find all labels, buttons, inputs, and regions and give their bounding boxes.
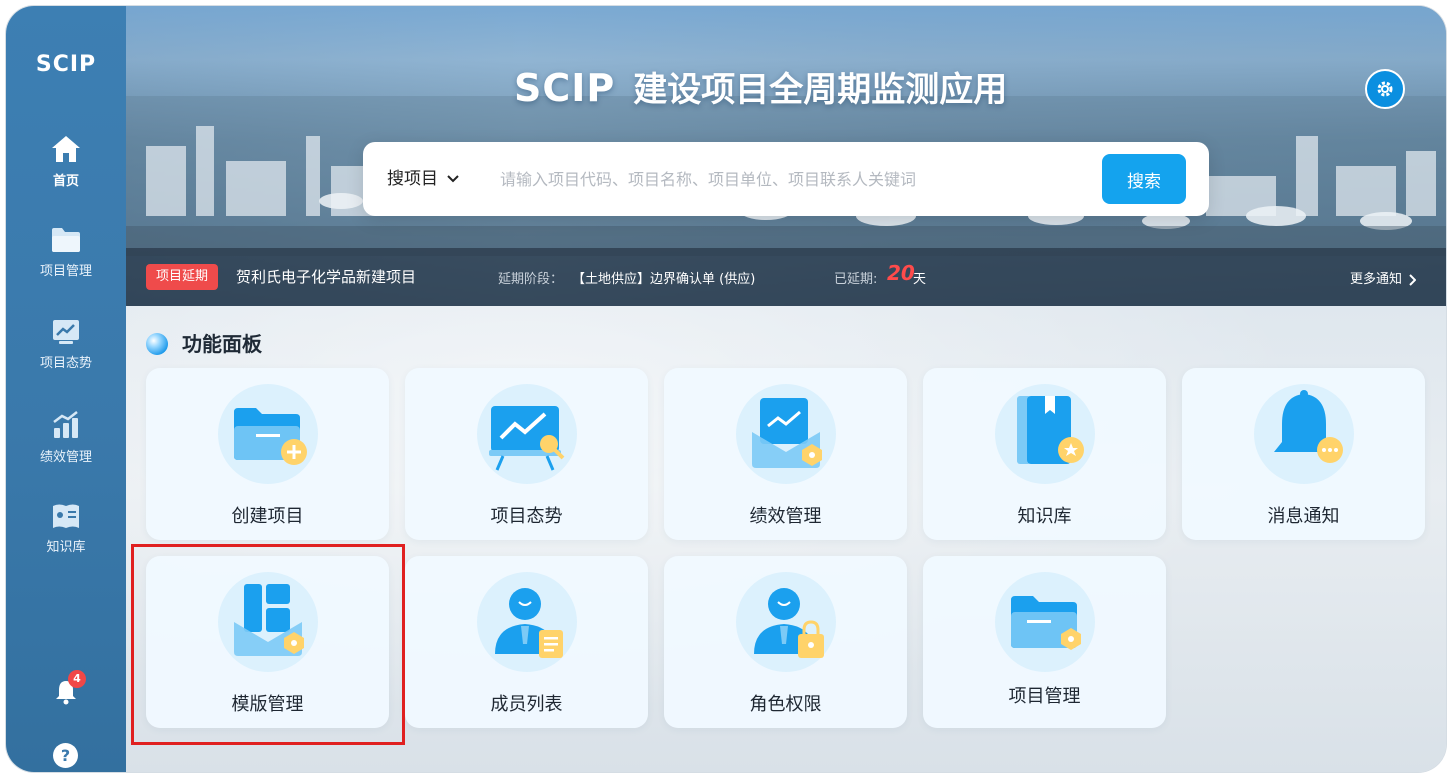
delay-tag: 项目延期 bbox=[146, 264, 219, 290]
chevron-down-icon bbox=[447, 175, 459, 183]
card-create-project[interactable]: 创建项目 bbox=[146, 368, 389, 540]
folder-add-icon bbox=[218, 384, 318, 484]
delay-days: 20 bbox=[887, 261, 915, 285]
card-project-management[interactable]: 项目管理 bbox=[923, 556, 1166, 728]
app-title: SCIP 建设项目全周期监测应用 bbox=[514, 62, 1007, 110]
sidebar-logo: SCIP bbox=[35, 52, 97, 77]
card-label: 项目态势 bbox=[490, 506, 563, 527]
sidebar-item-label: 项目态势 bbox=[39, 356, 92, 371]
sidebar-item-project-management[interactable]: 项目管理 bbox=[6, 226, 126, 279]
chevron-right-icon bbox=[1409, 273, 1417, 286]
role-lock-icon bbox=[736, 572, 836, 672]
delay-stage: 【土地供应】边界确认单 (供应) bbox=[572, 272, 756, 287]
sidebar-item-knowledge[interactable]: 知识库 bbox=[6, 502, 126, 555]
notification-badge: 4 bbox=[68, 670, 86, 688]
delay-stage-label: 延期阶段： bbox=[498, 272, 564, 287]
help-button[interactable]: ? bbox=[53, 743, 78, 768]
project-folder-icon bbox=[995, 572, 1095, 672]
folder-icon bbox=[52, 228, 80, 252]
panel-title: 功能面板 bbox=[146, 328, 262, 356]
card-label: 角色权限 bbox=[749, 694, 822, 715]
bell-message-icon bbox=[1254, 384, 1354, 484]
search-button[interactable]: 搜索 bbox=[1102, 154, 1186, 204]
card-knowledge-base[interactable]: 知识库 bbox=[923, 368, 1166, 540]
hero-banner: SCIP 建设项目全周期监测应用 搜项目 搜索 项目延期 贺利氏电子化学品新建项目… bbox=[126, 6, 1446, 306]
sidebar-item-home[interactable]: 首页 bbox=[6, 134, 126, 189]
trend-icon bbox=[53, 320, 79, 344]
notice-bar: 项目延期 贺利氏电子化学品新建项目 延期阶段： 【土地供应】边界确认单 (供应)… bbox=[126, 248, 1446, 306]
section-dot-icon bbox=[146, 333, 168, 355]
home-icon bbox=[52, 136, 80, 162]
card-label: 创建项目 bbox=[231, 506, 304, 527]
member-list-icon bbox=[477, 572, 577, 672]
search-type-dropdown[interactable]: 搜项目 bbox=[387, 142, 460, 216]
app-frame: SCIP 首页 项目管理 项目态势 绩效管理 知识库 4 ? SCIP 建设项目… bbox=[6, 6, 1446, 772]
sidebar-item-label: 首页 bbox=[52, 174, 79, 189]
sidebar: SCIP 首页 项目管理 项目态势 绩效管理 知识库 4 ? bbox=[6, 6, 126, 772]
more-notices-link[interactable]: 更多通知 bbox=[1350, 268, 1417, 287]
search-input[interactable] bbox=[500, 162, 1090, 196]
more-notices-label: 更多通知 bbox=[1350, 272, 1403, 287]
card-label: 项目管理 bbox=[1008, 686, 1081, 707]
panel-title-text: 功能面板 bbox=[182, 332, 262, 356]
card-label: 消息通知 bbox=[1267, 506, 1340, 527]
sidebar-item-label: 知识库 bbox=[46, 540, 86, 555]
card-member-list[interactable]: 成员列表 bbox=[405, 556, 648, 728]
template-icon bbox=[218, 572, 318, 672]
app-brand: SCIP bbox=[514, 66, 616, 110]
search-box: 搜项目 搜索 bbox=[363, 142, 1209, 216]
card-role-permission[interactable]: 角色权限 bbox=[664, 556, 907, 728]
trend-board-icon bbox=[477, 384, 577, 484]
sidebar-item-label: 项目管理 bbox=[39, 264, 92, 279]
card-label: 成员列表 bbox=[490, 694, 563, 715]
delay-days-label: 已延期: bbox=[834, 272, 878, 287]
bar-chart-icon bbox=[53, 411, 78, 438]
book-icon bbox=[53, 504, 79, 528]
card-label: 知识库 bbox=[1017, 506, 1072, 527]
card-template-management[interactable]: 模版管理 bbox=[146, 556, 389, 728]
search-type-label: 搜项目 bbox=[387, 169, 438, 189]
performance-icon bbox=[736, 384, 836, 484]
gear-icon bbox=[1377, 81, 1393, 97]
knowledge-book-icon bbox=[995, 384, 1095, 484]
settings-button[interactable] bbox=[1365, 69, 1405, 109]
sidebar-item-performance[interactable]: 绩效管理 bbox=[6, 410, 126, 465]
sidebar-item-project-trend[interactable]: 项目态势 bbox=[6, 318, 126, 371]
app-title-text: 建设项目全周期监测应用 bbox=[633, 70, 1008, 110]
card-message-notice[interactable]: 消息通知 bbox=[1182, 368, 1425, 540]
delay-unit: 天 bbox=[913, 272, 927, 287]
card-label: 绩效管理 bbox=[749, 506, 822, 527]
notice-project-name[interactable]: 贺利氏电子化学品新建项目 bbox=[236, 266, 416, 287]
card-label: 模版管理 bbox=[231, 694, 304, 715]
sidebar-item-label: 绩效管理 bbox=[39, 450, 92, 465]
card-project-trend[interactable]: 项目态势 bbox=[405, 368, 648, 540]
notification-bell[interactable]: 4 bbox=[52, 670, 86, 706]
card-performance[interactable]: 绩效管理 bbox=[664, 368, 907, 540]
